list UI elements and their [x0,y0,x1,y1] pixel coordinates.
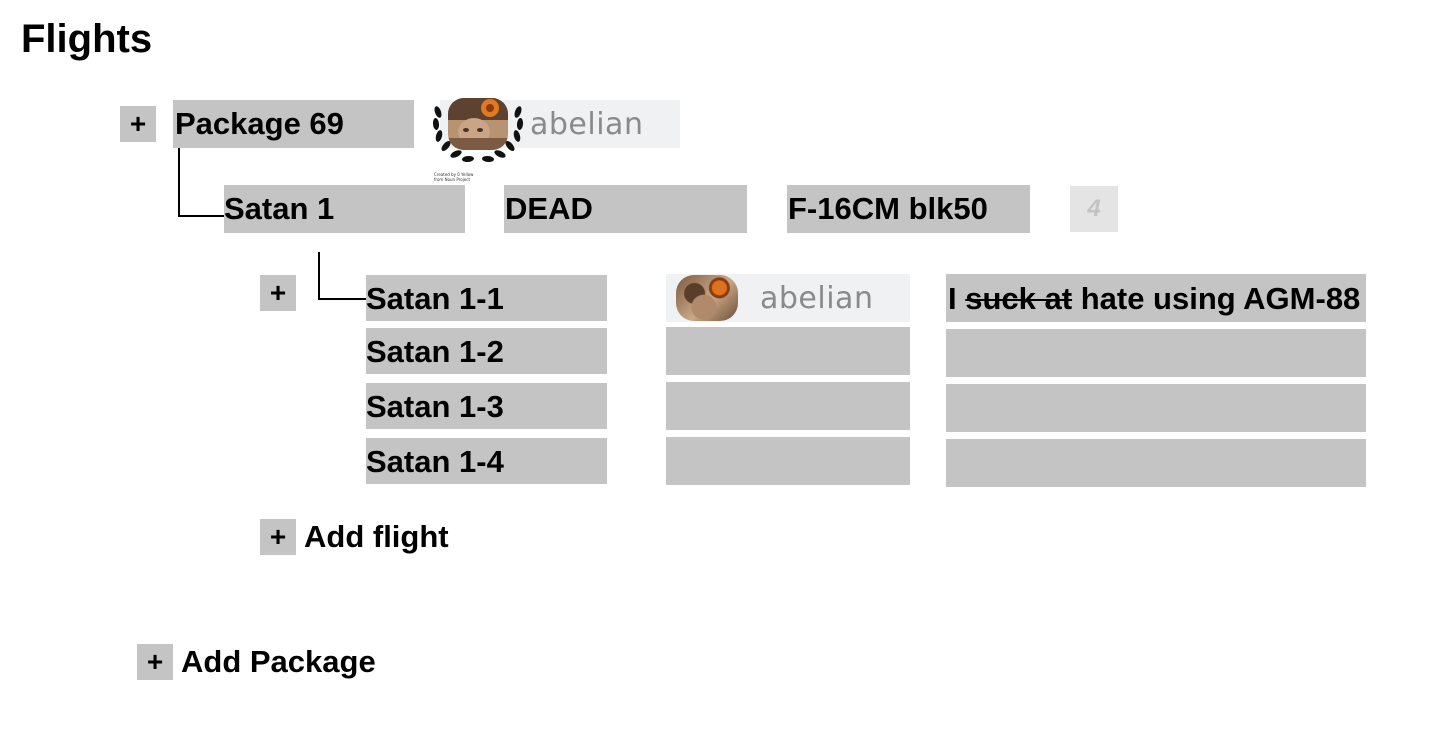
package-owner-username: abelian [530,106,644,142]
member-name-field[interactable]: Satan 1-4 [366,438,607,484]
plus-icon: + [129,108,147,139]
page-title: Flights [21,17,153,61]
plus-icon: + [146,646,164,677]
member-note-field[interactable] [946,329,1366,377]
plus-icon: + [269,277,287,308]
member-pilot-field[interactable] [666,327,910,375]
flight-aircraft-field[interactable]: F-16CM blk50 [787,185,1030,233]
member-name-field[interactable]: Satan 1-3 [366,383,607,429]
note-suffix: hate using AGM-88 [1072,281,1361,316]
add-package-button[interactable]: + [137,644,173,680]
expand-flight-button[interactable]: + [260,275,296,311]
member-pilot-field[interactable] [666,382,910,430]
add-flight-button[interactable]: + [260,519,296,555]
member-pilot-username: abelian [760,280,874,316]
member-pilot-field[interactable] [666,437,910,485]
icon-credit: Created by 0 Yellow from Noun Project [434,172,474,182]
flight-count-field[interactable]: 4 [1070,186,1118,232]
member-name-field[interactable]: Satan 1-2 [366,328,607,374]
tree-connector [178,148,226,217]
member-note-field[interactable] [946,384,1366,432]
member-name-field[interactable]: Satan 1-1 [366,275,607,321]
flight-status-field[interactable]: DEAD [504,185,747,233]
note-strikethrough: suck at [965,281,1073,316]
tree-connector [318,252,368,300]
avatar [676,275,738,321]
member-note-field[interactable]: I suck at hate using AGM-88 [946,274,1366,322]
member-pilot-chip[interactable]: abelian [666,274,910,322]
member-note-field[interactable] [946,439,1366,487]
add-flight-label[interactable]: Add flight [304,517,449,557]
package-name-field[interactable]: Package 69 [173,100,414,148]
laurel-avatar-icon [432,92,524,164]
add-package-label[interactable]: Add Package [181,642,376,682]
note-prefix: I [948,281,966,316]
expand-package-button[interactable]: + [120,106,156,142]
flight-name-field[interactable]: Satan 1 [224,185,465,233]
plus-icon: + [269,521,287,552]
